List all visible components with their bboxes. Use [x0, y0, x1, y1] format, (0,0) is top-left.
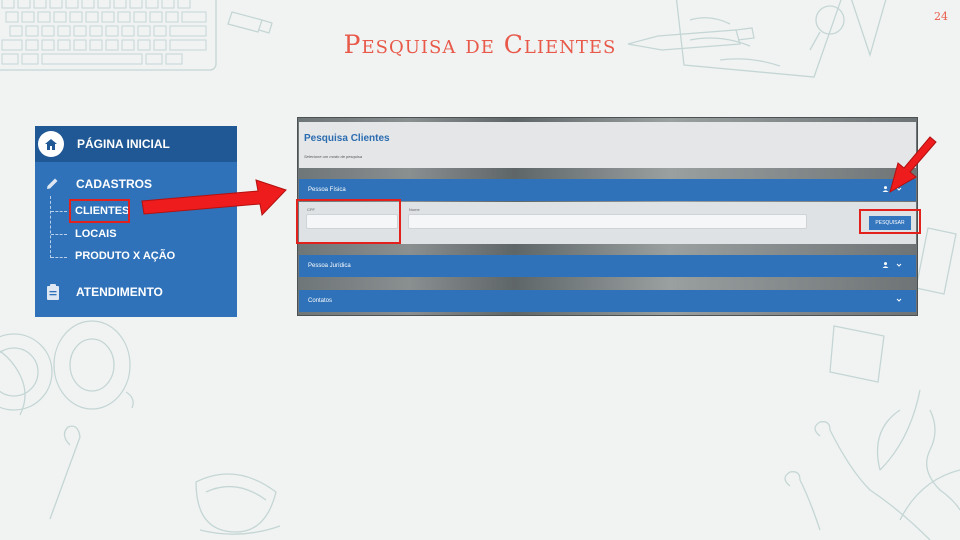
menu-subitem-produto-x-acao[interactable]: PRODUTO X AÇÃO [75, 250, 175, 262]
pencil-icon [45, 176, 60, 191]
section-icons [882, 262, 902, 270]
section-pessoa-juridica-label: Pessoa Jurídica [308, 263, 351, 269]
user-icon [882, 262, 889, 270]
tree-branch [51, 257, 67, 258]
highlight-cpf-field [296, 199, 401, 244]
section-contatos[interactable]: Contatos [299, 290, 916, 312]
section-contatos-label: Contatos [308, 298, 333, 304]
tree-branch [51, 211, 67, 212]
nome-label: Nome [409, 207, 420, 212]
panel-subtitle: Selecione um modo de pesquisa [304, 154, 363, 159]
menu-subitem-locais[interactable]: LOCAIS [75, 228, 117, 240]
slide-title: Pesquisa de Clientes [343, 30, 617, 59]
highlight-clientes [69, 199, 130, 223]
highlight-search-button [859, 209, 921, 234]
arrow-right-icon [141, 179, 287, 217]
home-icon [38, 131, 64, 157]
arrow-down-left-icon [889, 136, 937, 194]
tree-branch [51, 234, 67, 235]
slide-number: 24 [934, 10, 948, 23]
menu-item-atendimento[interactable]: ATENDIMENTO [46, 284, 163, 300]
section-icons [896, 297, 902, 305]
section-pessoa-fisica-label: Pessoa Física [308, 187, 346, 193]
chevron-down-icon[interactable] [896, 262, 902, 270]
panel-title: Pesquisa Clientes [304, 133, 390, 144]
menu-item-cadastros[interactable]: CADASTROS [45, 176, 152, 191]
menu-item-home-label: PÁGINA INICIAL [77, 137, 170, 151]
tree-line [50, 196, 51, 258]
menu-item-home[interactable]: PÁGINA INICIAL [35, 126, 237, 162]
menu-item-atendimento-label: ATENDIMENTO [76, 285, 163, 299]
nome-input[interactable] [408, 214, 807, 229]
chevron-down-icon[interactable] [896, 297, 902, 305]
section-pessoa-juridica[interactable]: Pessoa Jurídica [299, 255, 916, 277]
section-pessoa-fisica[interactable]: Pessoa Física [299, 179, 916, 201]
panel-header: Pesquisa Clientes Selecione um modo de p… [299, 122, 916, 168]
clipboard-icon [46, 284, 60, 300]
